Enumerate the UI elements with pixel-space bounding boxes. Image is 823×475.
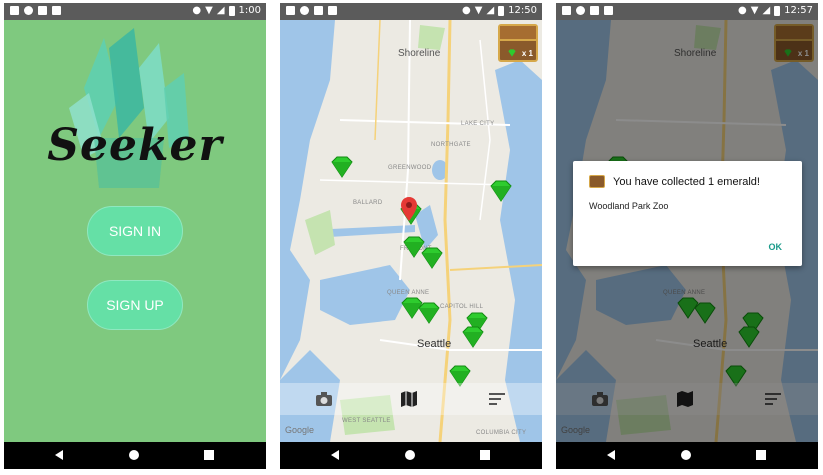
wifi-icon: ▼: [205, 5, 213, 16]
dialog-title: You have collected 1 emerald!: [613, 176, 760, 188]
map-label-greenwood: GREENWOOD: [388, 165, 432, 171]
debug-icon: [52, 6, 61, 15]
google-map[interactable]: Shoreline LAKE CITY NORTHGATE GREENWOOD …: [280, 20, 542, 442]
map-label-queen-anne: QUEEN ANNE: [387, 290, 430, 296]
settings-circle-icon: [576, 6, 585, 15]
status-time: 1:00: [238, 5, 261, 16]
recent-apps-icon[interactable]: [480, 450, 490, 460]
battery-icon: [774, 5, 781, 16]
app-title: Seeker: [47, 120, 223, 171]
map-label-northgate: NORTHGATE: [431, 142, 471, 148]
emerald-icon[interactable]: [328, 156, 356, 178]
map-label-seattle: Seattle: [417, 338, 452, 350]
signal-icon: ◢: [216, 5, 225, 16]
home-icon[interactable]: [129, 450, 139, 460]
sign-up-button[interactable]: SIGN UP: [87, 280, 183, 330]
home-icon[interactable]: [681, 450, 691, 460]
map-label-shoreline: Shoreline: [398, 48, 441, 59]
android-nav-bar: [556, 442, 818, 469]
map-label-west-seattle: WEST SEATTLE: [342, 418, 391, 424]
settings-circle-icon: [300, 6, 309, 15]
battery-icon: [228, 5, 235, 16]
map-base: [280, 20, 542, 442]
map-label-capitol-hill: CAPITOL HILL: [440, 304, 484, 310]
gallery-icon: [10, 6, 19, 15]
signal-icon: ◢: [486, 5, 495, 16]
bottom-tab-bar: [280, 383, 542, 415]
gallery-icon: [286, 6, 295, 15]
debug-icon: [604, 6, 613, 15]
battery-icon: [498, 5, 505, 16]
wifi-icon: ▼: [750, 5, 759, 16]
status-bar: ● ▼ ◢ 12:57: [556, 3, 818, 20]
splash-background: Seeker SIGN IN SIGN UP: [4, 20, 266, 442]
emerald-icon[interactable]: [415, 302, 443, 324]
status-time: 12:57: [784, 5, 813, 16]
back-icon[interactable]: [55, 450, 63, 460]
status-bar: ● ▼ ◢ 12:50: [280, 3, 542, 20]
map-dialog-screen: ● ▼ ◢ 12:57 Shoreline QUEEN ANNE Seattle: [556, 3, 818, 469]
emerald-icon: [508, 49, 516, 57]
emerald-icon[interactable]: [418, 247, 446, 269]
sd-card-icon: [314, 6, 323, 15]
map-icon[interactable]: [400, 391, 418, 407]
location-icon: ●: [738, 5, 747, 16]
wifi-icon: ▼: [474, 5, 483, 16]
recent-apps-icon[interactable]: [756, 450, 766, 460]
list-icon[interactable]: [488, 391, 506, 407]
sign-in-button[interactable]: SIGN IN: [87, 206, 183, 256]
back-icon[interactable]: [331, 450, 339, 460]
treasure-chest-button[interactable]: x 1: [498, 24, 538, 62]
location-pin-icon: [401, 197, 417, 221]
splash-screen: ● ▼ ◢ 1:00 Seeker SIGN IN SIGN UP: [4, 3, 266, 469]
debug-icon: [328, 6, 337, 15]
map-label-lake-city: LAKE CITY: [461, 121, 495, 127]
collected-dialog: You have collected 1 emerald! Woodland P…: [573, 161, 802, 266]
settings-circle-icon: [24, 6, 33, 15]
status-bar: ● ▼ ◢ 1:00: [4, 3, 266, 20]
emerald-icon[interactable]: [459, 326, 487, 348]
location-icon: ●: [462, 5, 471, 16]
camera-icon[interactable]: [315, 391, 333, 407]
emerald-icon[interactable]: [487, 180, 515, 202]
sd-card-icon: [590, 6, 599, 15]
chest-count: x 1: [521, 49, 533, 58]
status-time: 12:50: [508, 5, 537, 16]
home-icon[interactable]: [405, 450, 415, 460]
recent-apps-icon[interactable]: [204, 450, 214, 460]
back-icon[interactable]: [607, 450, 615, 460]
signal-icon: ◢: [762, 5, 771, 16]
sd-card-icon: [38, 6, 47, 15]
dialog-body: Woodland Park Zoo: [589, 201, 669, 211]
android-nav-bar: [280, 442, 542, 469]
treasure-chest-icon: [589, 175, 605, 188]
gallery-icon: [562, 6, 571, 15]
google-logo: Google: [285, 425, 315, 435]
map-screen: ● ▼ ◢ 12:50 Shoreline LAKE CITY NORTHGAT…: [280, 3, 542, 469]
ok-button[interactable]: OK: [769, 242, 783, 252]
chest-lid: [500, 26, 536, 41]
android-nav-bar: [4, 442, 266, 469]
crystal-logo-icon: [69, 28, 189, 188]
location-icon: ●: [192, 5, 202, 16]
map-label-ballard: BALLARD: [353, 200, 383, 206]
map-label-columbia-city: COLUMBIA CITY: [476, 430, 527, 436]
